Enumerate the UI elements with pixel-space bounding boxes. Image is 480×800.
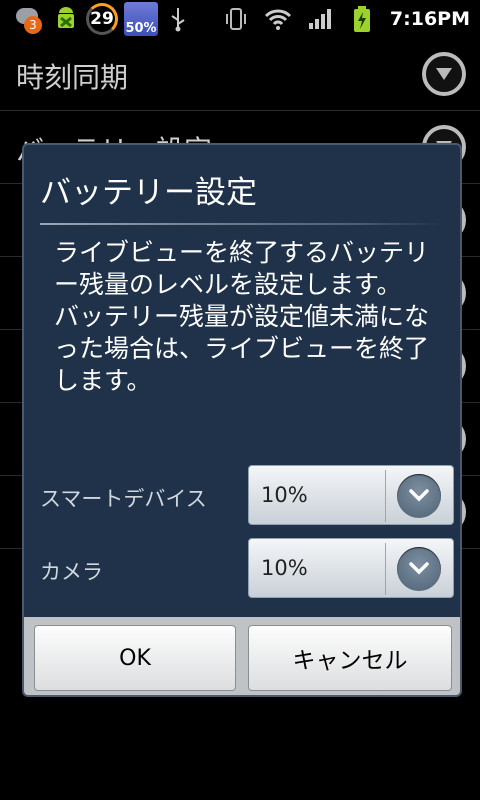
battery-settings-dialog: バッテリー設定 ライブビューを終了するバッテリー残量のレベルを設定します。 バッ…: [22, 143, 462, 697]
usb-icon: [164, 5, 192, 33]
camera-label: カメラ: [40, 560, 103, 584]
clock: 7:16PM: [389, 8, 470, 30]
ring-icon[interactable]: 29: [86, 3, 118, 35]
notification-badge[interactable]: 3: [16, 4, 46, 34]
chevron-down-icon[interactable]: [397, 474, 441, 518]
smart-device-level-select[interactable]: 10%: [248, 465, 454, 525]
camera-level-value: 10%: [261, 556, 308, 580]
list-item-label: 時刻同期: [16, 61, 129, 94]
battery-charging-icon: [348, 5, 376, 33]
android-icon[interactable]: [52, 5, 80, 33]
chevron-down-icon[interactable]: [422, 52, 466, 96]
weather-icon[interactable]: 50%: [124, 2, 158, 36]
title-divider: [40, 223, 440, 225]
chevron-down-icon[interactable]: [397, 547, 441, 591]
list-item[interactable]: 時刻同期: [0, 38, 480, 111]
status-bar: 3 29 50% 7:16PM: [0, 0, 480, 38]
signal-icon: [306, 5, 334, 33]
vibrate-icon: [222, 5, 250, 33]
dialog-message: ライブビューを終了するバッテリー残量のレベルを設定します。 バッテリー残量が設定…: [54, 238, 430, 395]
camera-row: カメラ 10%: [24, 538, 460, 600]
dialog-button-bar: OK キャンセル: [24, 617, 460, 695]
smart-device-level-value: 10%: [261, 483, 308, 507]
spinner-divider: [385, 470, 386, 522]
dialog-title: バッテリー設定: [40, 175, 257, 211]
cancel-button[interactable]: キャンセル: [248, 625, 452, 691]
smart-device-label: スマートデバイス: [40, 487, 207, 511]
smart-device-row: スマートデバイス 10%: [24, 465, 460, 527]
spinner-divider: [385, 543, 386, 595]
camera-level-select[interactable]: 10%: [248, 538, 454, 598]
ok-button[interactable]: OK: [34, 625, 236, 691]
wifi-icon: [264, 5, 292, 33]
notification-count: 3: [24, 16, 42, 34]
